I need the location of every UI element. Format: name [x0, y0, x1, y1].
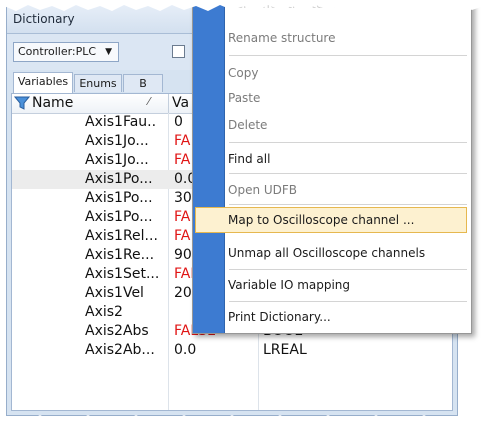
column-divider[interactable]: [168, 94, 169, 113]
cell-name: Axis1Rel...: [85, 228, 158, 244]
chevron-down-icon: ▼: [105, 47, 112, 57]
tab-enums[interactable]: Enums: [74, 74, 122, 92]
cell-name: Axis1Vel: [85, 285, 144, 301]
torn-edge-top: [0, 0, 484, 11]
column-header-value[interactable]: Va: [172, 95, 189, 111]
cell-value: 0: [174, 114, 183, 130]
sort-icon: ⁄: [148, 95, 150, 108]
menu-item-variable-io-mapping[interactable]: Variable IO mapping: [228, 272, 350, 298]
menu-item-open-udfb[interactable]: Open UDFB: [228, 177, 297, 203]
cell-value: FA: [174, 133, 191, 149]
cell-name: Axis2Ab...: [85, 342, 155, 358]
tab-variables[interactable]: Variables: [13, 72, 73, 93]
cell-name: Axis2: [85, 304, 123, 320]
menu-separator: [229, 204, 467, 205]
menu-item-rename-structure[interactable]: Rename structure: [228, 25, 335, 51]
menu-separator: [229, 269, 467, 270]
tab-b-label: B: [139, 77, 147, 90]
cell-value: FA: [174, 228, 191, 244]
cell-name: Axis1Jo...: [85, 152, 149, 168]
cell-name: Axis1Po...: [85, 209, 153, 225]
panel-title: Dictionary: [13, 12, 75, 26]
filter-icon[interactable]: [14, 95, 30, 111]
cell-name: Axis1Set...: [85, 266, 160, 282]
menu-item-print-dictionary[interactable]: Print Dictionary...: [228, 304, 331, 330]
cell-value: 0.0: [174, 342, 197, 358]
cell-value: FA: [174, 209, 191, 225]
toolbar-checkbox[interactable]: [172, 45, 185, 58]
cell-name: Axis1Jo...: [85, 133, 149, 149]
cell-name: Axis1Re...: [85, 247, 155, 263]
menu-item-paste[interactable]: Paste: [228, 85, 260, 111]
menu-item-delete[interactable]: Delete: [228, 112, 267, 138]
controller-select-value: Controller:PLC: [18, 45, 97, 58]
menu-item-map-oscilloscope[interactable]: Map to Oscilloscope channel ...: [228, 207, 414, 233]
tab-variables-label: Variables: [17, 75, 69, 88]
cell-type: LREAL: [263, 342, 307, 358]
table-row[interactable]: Axis2Ab... 0.0 LREAL: [12, 341, 452, 360]
cell-value: FA: [174, 152, 191, 168]
screenshot: Dictionary Controller:PLC ▼ Variables En…: [0, 0, 484, 427]
menu-item-find-all[interactable]: Find all: [228, 146, 270, 172]
context-menu: Rename structure Rename structure Copy P…: [192, 0, 472, 334]
controller-select[interactable]: Controller:PLC ▼: [13, 42, 119, 62]
menu-separator: [229, 142, 467, 143]
menu-gutter-border: [224, 1, 225, 333]
menu-icon-gutter: [193, 1, 224, 333]
menu-separator: [229, 301, 467, 302]
cell-name: Axis2Abs: [85, 323, 149, 339]
column-header-name[interactable]: Name: [32, 95, 73, 111]
tab-b[interactable]: B: [123, 74, 163, 92]
tab-enums-label: Enums: [79, 77, 117, 90]
cell-name: Axis1Po...: [85, 171, 153, 187]
menu-separator: [229, 55, 467, 56]
menu-separator: [229, 173, 467, 174]
torn-edge-bottom: [0, 415, 484, 427]
menu-item-unmap-oscilloscope[interactable]: Unmap all Oscilloscope channels: [228, 240, 425, 266]
cell-name: Axis1Po...: [85, 190, 153, 206]
cell-name: Axis1Fau..: [85, 114, 157, 130]
menu-item-copy[interactable]: Copy: [228, 60, 258, 86]
